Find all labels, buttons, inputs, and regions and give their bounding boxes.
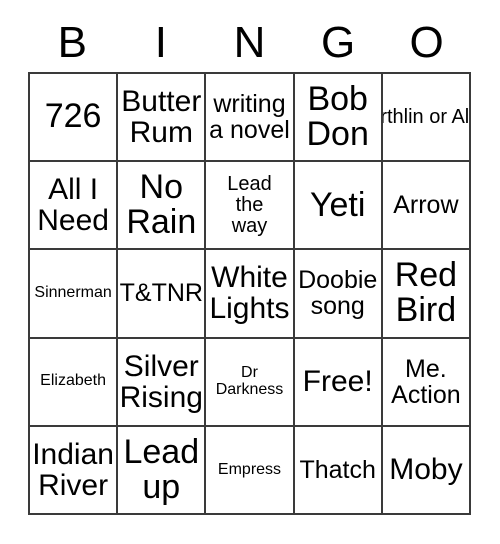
bingo-cell-r1c3[interactable]: writing a novel: [206, 74, 295, 163]
bingo-cell-label: writing a novel: [209, 90, 290, 145]
bingo-cell-r3c1[interactable]: Sinnerman: [30, 250, 119, 339]
bingo-cell-r4c3[interactable]: Dr Darkness: [206, 338, 295, 427]
bingo-cell-r3c2[interactable]: T&TNR: [118, 250, 207, 339]
bingo-cell-r4c5[interactable]: Me. Action: [382, 338, 471, 427]
bingo-cell-r1c4[interactable]: Bob Don: [294, 74, 383, 163]
bingo-cell-r3c4[interactable]: Doobie song: [294, 250, 383, 339]
bingo-cell-label: Butter Rum: [121, 84, 202, 150]
bingo-cell-label: Silver Rising: [119, 349, 203, 414]
bingo-cell-label: Sinnerman: [34, 284, 112, 302]
bingo-cell-r2c2[interactable]: No Rain: [118, 162, 207, 251]
bingo-cell-label: Empress: [217, 460, 282, 478]
bingo-cell-label: Bob Don: [306, 79, 369, 154]
bingo-cell-label: Red Bird: [394, 256, 458, 330]
bingo-cell-r5c3[interactable]: Empress: [206, 426, 295, 515]
bingo-cell-label: Lead up: [123, 432, 200, 506]
bingo-cell-r2c3[interactable]: Lead the way: [206, 162, 295, 251]
bingo-cell-r2c4[interactable]: Yeti: [294, 162, 383, 251]
bingo-cell-label: Dr Darkness: [215, 364, 284, 398]
bingo-cell-label: Arrow: [393, 191, 459, 220]
bingo-cell-label: Moby: [389, 453, 463, 487]
bingo-cell-label: All I Need: [37, 173, 109, 238]
bingo-cell-label: White Lights: [209, 261, 290, 326]
bingo-header-row: B I N G O: [28, 14, 471, 72]
bingo-cell-r5c2[interactable]: Lead up: [118, 426, 207, 515]
bingo-cell-r1c1[interactable]: 726: [30, 74, 119, 163]
bingo-cell-label: Yeti: [309, 185, 366, 224]
bingo-cell-r5c5[interactable]: Moby: [382, 426, 471, 515]
bingo-cell-r4c2[interactable]: Silver Rising: [118, 338, 207, 427]
bingo-header-letter-o: O: [409, 18, 444, 67]
bingo-cell-label: Elizabeth: [40, 372, 106, 390]
bingo-cell-r5c4[interactable]: Thatch: [294, 426, 383, 515]
bingo-header-letter-g: G: [320, 18, 356, 67]
bingo-cell-free-space[interactable]: Free!: [294, 338, 383, 427]
bingo-cell-label: Free!: [302, 365, 373, 399]
bingo-cell-label: Earthlin or Alien: [383, 105, 470, 128]
bingo-card: B I N G O 726 Butter Rum writing a novel…: [0, 0, 500, 544]
bingo-header-letter-b: B: [57, 18, 87, 67]
bingo-cell-label: Thatch: [299, 455, 376, 484]
bingo-cell-r4c1[interactable]: Elizabeth: [30, 338, 119, 427]
bingo-header-letter-i: I: [154, 18, 167, 67]
bingo-cell-label: Me. Action: [391, 354, 461, 409]
bingo-cell-r3c3[interactable]: White Lights: [206, 250, 295, 339]
bingo-cell-label: Indian River: [32, 437, 114, 502]
bingo-cell-label: T&TNR: [119, 279, 203, 308]
bingo-grid: 726 Butter Rum writing a novel Bob Don E…: [28, 72, 471, 515]
bingo-cell-label: No Rain: [126, 167, 197, 242]
bingo-cell-r1c2[interactable]: Butter Rum: [118, 74, 207, 163]
bingo-header-letter-n: N: [233, 18, 266, 67]
bingo-cell-r3c5[interactable]: Red Bird: [382, 250, 471, 339]
bingo-cell-label: Doobie song: [298, 266, 378, 321]
bingo-cell-label: 726: [44, 97, 102, 136]
bingo-cell-r1c5[interactable]: Earthlin or Alien: [382, 74, 471, 163]
bingo-cell-label: Lead the way: [227, 173, 272, 237]
bingo-cell-r5c1[interactable]: Indian River: [30, 426, 119, 515]
bingo-cell-r2c5[interactable]: Arrow: [382, 162, 471, 251]
bingo-cell-r2c1[interactable]: All I Need: [30, 162, 119, 251]
